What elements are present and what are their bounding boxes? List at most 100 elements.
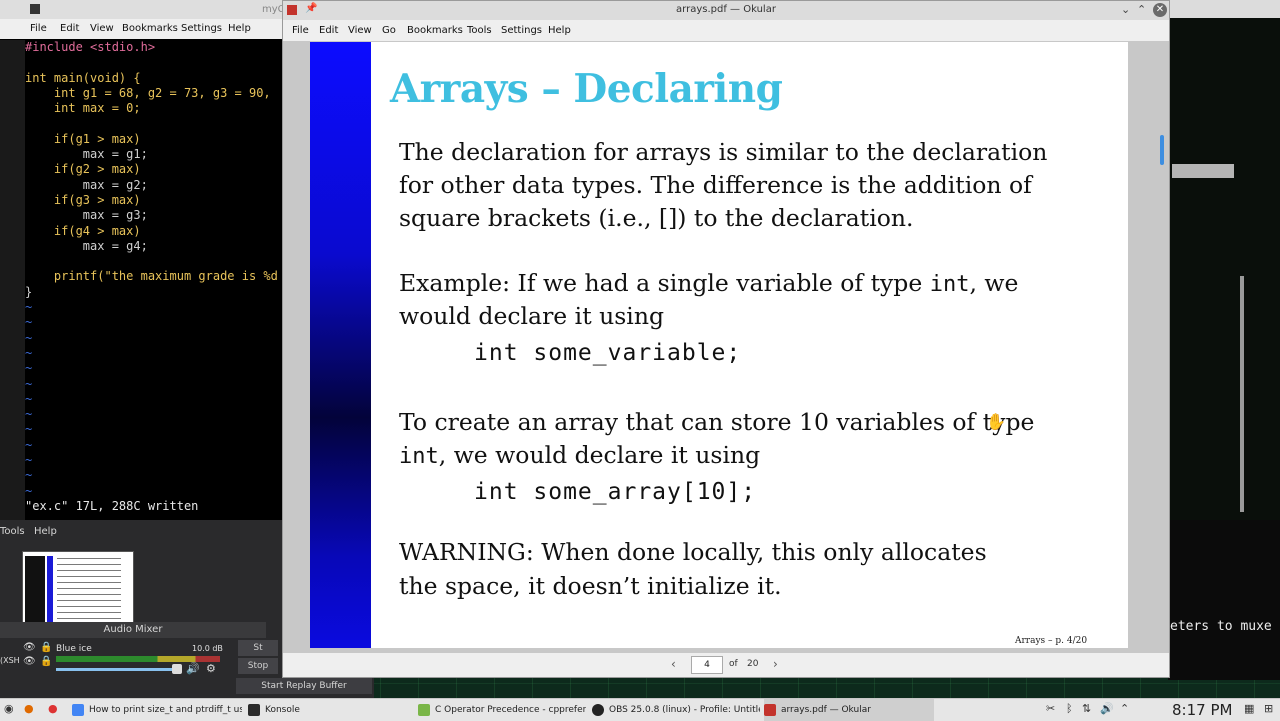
slide-example-line: int, we would declare it using <box>399 439 760 473</box>
menu-bookmarks[interactable]: Bookmarks <box>407 25 463 36</box>
minimize-icon[interactable]: ⌄ <box>1121 3 1130 16</box>
volume-slider-handle[interactable] <box>172 664 182 674</box>
background-terminal-window[interactable]: eters to muxe <box>1168 0 1280 680</box>
empty-line-marker: ~ <box>25 468 33 483</box>
taskbar-item-browser[interactable]: How to print size_t and ptrdiff_t us... <box>72 699 242 721</box>
empty-line-marker: ~ <box>25 361 33 376</box>
empty-line-marker: ~ <box>25 315 33 330</box>
menu-view[interactable]: View <box>348 25 372 36</box>
taskbar-item-obs[interactable]: OBS 25.0.8 (linux) - Profile: Untitle... <box>592 699 760 721</box>
slide-paragraph-line: The declaration for arrays is similar to… <box>399 138 1048 166</box>
tray-expand-icon[interactable]: ⌃ <box>1120 702 1129 715</box>
terminal-lower-pane <box>1168 520 1280 680</box>
taskbar-item-label: C Operator Precedence - cpprefer... <box>435 705 586 715</box>
clock[interactable]: 8:17 PM <box>1172 699 1232 721</box>
speaker-icon[interactable]: 🔊 <box>186 662 200 675</box>
menu-file[interactable]: File <box>30 23 47 34</box>
scene-preview-thumbnail[interactable] <box>22 551 134 633</box>
taskbar-item-cppreference[interactable]: C Operator Precedence - cpprefer... <box>418 699 586 721</box>
taskbar-item-konsole[interactable]: Konsole <box>248 699 408 721</box>
pdf-page[interactable]: Arrays – Declaring The declaration for a… <box>310 42 1128 648</box>
code-line: if(g2 > max) <box>25 162 141 177</box>
scrollbar-thumb[interactable] <box>1160 135 1164 165</box>
menu-settings[interactable]: Settings <box>181 23 222 34</box>
chrome-icon[interactable]: ● <box>48 702 58 715</box>
slide-text: , we <box>969 269 1019 297</box>
stop-recording-button[interactable]: Stop <box>238 658 278 674</box>
menu-tools[interactable]: Tools <box>467 25 492 36</box>
terminal-scrollbar[interactable] <box>1240 276 1244 512</box>
vim-gutter <box>0 40 25 520</box>
chrome-icon <box>72 703 84 716</box>
empty-line-marker: ~ <box>25 437 33 452</box>
taskbar-item-label: How to print size_t and ptrdiff_t us... <box>89 705 242 715</box>
obs-icon <box>592 703 604 716</box>
taskbar-item-okular[interactable]: arrays.pdf — Okular <box>764 699 934 721</box>
obs-menu-help[interactable]: Help <box>34 526 57 537</box>
vim-code-area[interactable]: #include <stdio.h> int main(void) { int … <box>25 40 282 518</box>
volume-icon[interactable]: 🔊 <box>1100 702 1114 715</box>
code-line: } <box>25 284 33 299</box>
volume-slider[interactable] <box>56 668 180 671</box>
page-number-input[interactable]: 4 <box>691 656 723 674</box>
code-line: int g1 = 68, g2 = 73, g3 = 90, <box>25 85 271 100</box>
page-total-label: 20 <box>747 659 759 669</box>
code-line: max = g4; <box>25 238 148 253</box>
taskbar-item-label: arrays.pdf — Okular <box>781 705 871 715</box>
previous-page-icon[interactable]: ‹ <box>671 657 676 671</box>
close-icon[interactable]: ✕ <box>1153 3 1167 17</box>
empty-line-marker: ~ <box>25 483 33 498</box>
vim-editor-window[interactable]: myC File Edit View Bookmarks Settings He… <box>0 0 285 520</box>
start-replay-buffer-button[interactable]: Start Replay Buffer <box>236 678 372 694</box>
slide-paragraph-line: for other data types. The difference is … <box>399 171 1032 199</box>
okular-menubar: File Edit View Go Bookmarks Tools Settin… <box>283 20 1169 41</box>
slide-warning-line: the space, it doesn’t initialize it. <box>399 572 782 600</box>
taskbar: ◉ ● ● How to print size_t and ptrdiff_t … <box>0 698 1280 721</box>
vim-status-line: "ex.c" 17L, 288C written <box>25 499 199 513</box>
lock-icon[interactable]: 🔒 <box>40 656 52 667</box>
okular-titlebar[interactable]: 📌 arrays.pdf — Okular ⌄ ⌃ ✕ <box>283 1 1169 20</box>
slide-code-example: int some_array[10]; <box>474 479 757 505</box>
code-line: max = g1; <box>25 147 148 162</box>
menu-go[interactable]: Go <box>382 25 396 36</box>
menu-help[interactable]: Help <box>548 25 571 36</box>
leaf-icon <box>418 703 430 716</box>
app-launcher-icon[interactable]: ◉ <box>4 702 14 715</box>
audio-track-name: Blue ice <box>56 644 92 654</box>
page-of-label: of <box>729 659 738 669</box>
maximize-icon[interactable]: ⌃ <box>1137 3 1146 16</box>
settings-icon[interactable]: ⊞ <box>1264 702 1273 715</box>
slide-inline-code: int <box>929 272 970 297</box>
lock-icon[interactable]: 🔒 <box>40 642 52 653</box>
menu-help[interactable]: Help <box>228 23 251 34</box>
document-scrollbar[interactable] <box>1157 41 1167 653</box>
taskbar-item-label: OBS 25.0.8 (linux) - Profile: Untitle... <box>609 705 760 715</box>
menu-settings[interactable]: Settings <box>501 25 542 36</box>
clipboard-icon[interactable]: ✂ <box>1046 702 1055 715</box>
visibility-icon[interactable]: 👁 <box>23 656 36 667</box>
network-icon[interactable]: ⇅ <box>1082 702 1091 715</box>
menu-edit[interactable]: Edit <box>60 23 79 34</box>
menu-file[interactable]: File <box>292 25 309 36</box>
empty-line-marker: ~ <box>25 422 33 437</box>
slide-warning-line: WARNING: When done locally, this only al… <box>399 538 987 566</box>
menu-bookmarks[interactable]: Bookmarks <box>122 23 178 34</box>
obs-menu-tools[interactable]: Tools <box>0 526 25 537</box>
vim-titlebar[interactable]: myC <box>0 0 285 19</box>
menu-edit[interactable]: Edit <box>319 25 338 36</box>
start-streaming-button[interactable]: St <box>238 640 278 656</box>
slide-example-line: To create an array that can store 10 var… <box>399 408 1035 436</box>
visibility-icon[interactable]: 👁 <box>23 642 36 653</box>
slide-text: Example: If we had a single variable of … <box>399 269 930 297</box>
firefox-icon[interactable]: ● <box>24 702 34 715</box>
empty-line-marker: ~ <box>25 407 33 422</box>
desktop-icon[interactable]: ▦ <box>1244 702 1254 715</box>
terminal-titlebar[interactable] <box>1168 0 1280 18</box>
next-page-icon[interactable]: › <box>773 657 778 671</box>
vim-menubar: File Edit View Bookmarks Settings Help <box>0 19 284 39</box>
menu-view[interactable]: View <box>90 23 114 34</box>
bluetooth-icon[interactable]: ᛒ <box>1066 702 1073 715</box>
gear-icon[interactable]: ⚙ <box>206 662 216 675</box>
empty-line-marker: ~ <box>25 300 33 315</box>
